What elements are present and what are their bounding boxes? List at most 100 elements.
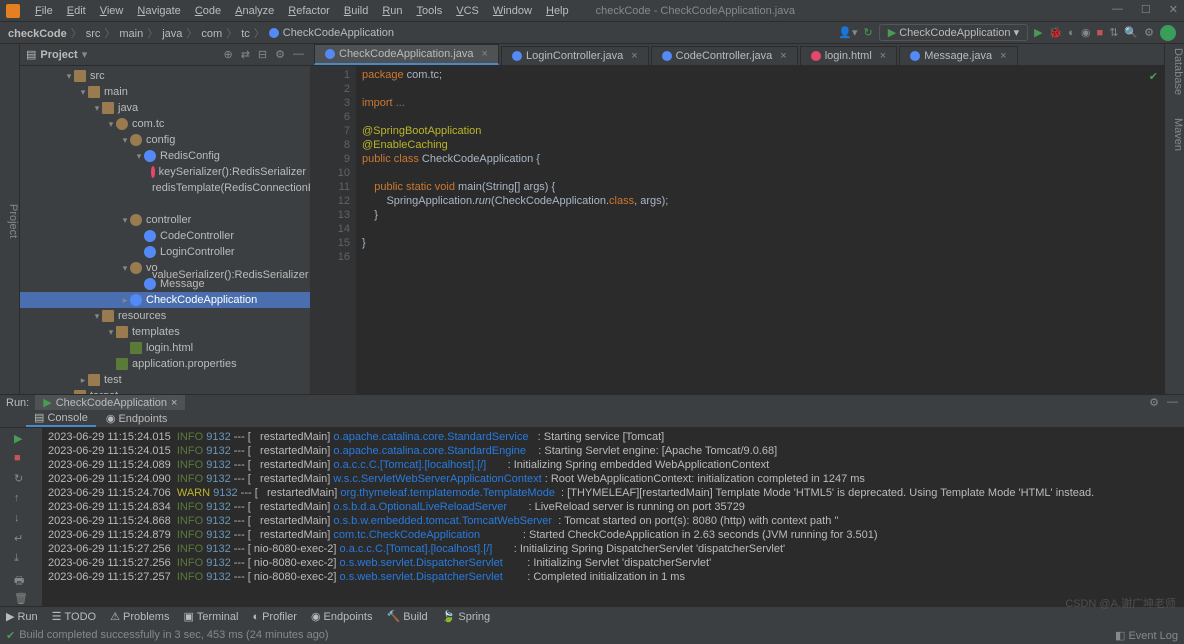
tool-run[interactable]: ▶ Run: [6, 610, 38, 623]
watermark: CSDN @A.谢广坤老师: [1065, 595, 1176, 611]
breadcrumb-class[interactable]: CheckCodeApplication: [283, 27, 394, 39]
hide-icon[interactable]: —: [1167, 396, 1178, 409]
maven-tool-tab[interactable]: Maven: [1172, 118, 1184, 151]
settings-icon[interactable]: ⚙: [1144, 26, 1154, 39]
inspection-ok-icon[interactable]: ✔: [1149, 70, 1158, 83]
tree-node[interactable]: application.properties: [20, 356, 310, 372]
profile-icon[interactable]: ◉: [1081, 26, 1091, 39]
minimize-icon[interactable]: —: [1112, 3, 1123, 16]
tool-endpoints[interactable]: ◉ Endpoints: [311, 610, 373, 623]
print-icon[interactable]: 🖶: [14, 572, 28, 586]
run-config-selector[interactable]: ▶ CheckCodeApplication ▾: [879, 24, 1028, 41]
expand-icon[interactable]: ⊟: [258, 48, 267, 61]
close-icon[interactable]: ×: [1000, 50, 1006, 62]
menu-edit[interactable]: Edit: [60, 5, 93, 17]
tree-node[interactable]: ▸target: [20, 388, 310, 394]
close-icon[interactable]: ×: [482, 48, 488, 60]
restart-icon[interactable]: ↻: [14, 472, 28, 486]
editor: CheckCodeApplication.java×LoginControlle…: [310, 44, 1164, 394]
search-icon[interactable]: 🔍: [1124, 26, 1138, 39]
breadcrumb-item[interactable]: main: [119, 28, 143, 40]
up-icon[interactable]: ↑: [14, 492, 28, 506]
tool-spring[interactable]: 🍃 Spring: [442, 610, 491, 623]
breadcrumb-item[interactable]: tc: [241, 28, 250, 40]
menu-file[interactable]: File: [28, 5, 60, 17]
run-icon[interactable]: ▶: [1034, 26, 1042, 39]
tree-node[interactable]: ▾resources: [20, 308, 310, 324]
event-log-button[interactable]: ◧ Event Log: [1115, 629, 1178, 642]
stop-icon[interactable]: ■: [14, 452, 28, 466]
locate-icon[interactable]: ⊕: [223, 48, 232, 61]
tree-node[interactable]: login.html: [20, 340, 310, 356]
tool-terminal[interactable]: ▣ Terminal: [183, 610, 238, 623]
menu-navigate[interactable]: Navigate: [130, 5, 187, 17]
down-icon[interactable]: ↓: [14, 512, 28, 526]
editor-tab[interactable]: CodeController.java×: [651, 46, 798, 65]
breadcrumb-item[interactable]: java: [162, 28, 182, 40]
collapse-icon[interactable]: ⇄: [241, 48, 250, 61]
breadcrumb-item[interactable]: checkCode: [8, 28, 67, 40]
database-tool-tab[interactable]: Database: [1172, 48, 1184, 95]
subtab-console[interactable]: ▤ Console: [26, 410, 96, 427]
menu-build[interactable]: Build: [337, 5, 375, 17]
tool-profiler[interactable]: ◐ Profiler: [252, 611, 297, 623]
code-area[interactable]: package com.tc; import ... @SpringBootAp…: [356, 66, 1164, 394]
gear-icon[interactable]: ⚙: [275, 48, 285, 61]
maximize-icon[interactable]: ☐: [1141, 3, 1151, 16]
stop-icon[interactable]: ■: [1097, 27, 1104, 39]
run-tab[interactable]: ▶CheckCodeApplication×: [35, 395, 185, 410]
menu-window[interactable]: Window: [486, 5, 539, 17]
tree-node[interactable]: ▾templates: [20, 324, 310, 340]
git-icon[interactable]: ⇅: [1109, 26, 1118, 39]
user-icon[interactable]: 👤▾: [838, 26, 857, 39]
tree-node[interactable]: ▸CheckCodeApplication: [20, 292, 310, 308]
coverage-icon[interactable]: ◐: [1068, 27, 1075, 39]
close-icon[interactable]: ×: [780, 50, 786, 62]
tree-node[interactable]: valueSerializer():RedisSerializer: [20, 196, 310, 212]
project-tool-tab[interactable]: Project: [7, 204, 19, 238]
breadcrumb-item[interactable]: com: [201, 28, 222, 40]
status-message: Build completed successfully in 3 sec, 4…: [19, 629, 328, 641]
class-icon: [269, 28, 279, 38]
gear-icon[interactable]: ⚙: [1149, 396, 1159, 409]
close-icon[interactable]: ×: [171, 397, 177, 409]
close-icon[interactable]: ×: [880, 50, 886, 62]
editor-tab[interactable]: Message.java×: [899, 46, 1017, 65]
menu-analyze[interactable]: Analyze: [228, 5, 281, 17]
menu-refactor[interactable]: Refactor: [281, 5, 337, 17]
debug-icon[interactable]: 🐞: [1049, 26, 1063, 39]
breadcrumb-item[interactable]: src: [86, 28, 101, 40]
tool-todo[interactable]: ☰ TODO: [52, 610, 96, 623]
tree-node[interactable]: ▾main: [20, 84, 310, 100]
trash-icon[interactable]: 🗑: [14, 592, 28, 606]
editor-tab[interactable]: LoginController.java×: [501, 46, 649, 65]
scroll-icon[interactable]: ⤓: [14, 552, 28, 566]
menu-run[interactable]: Run: [375, 5, 409, 17]
editor-tab[interactable]: login.html×: [800, 46, 898, 65]
project-tree[interactable]: ▾src▾main▾java▾com.tc▾config▾RedisConfig…: [20, 66, 310, 394]
menu-bar: FileEditViewNavigateCodeAnalyzeRefactorB…: [0, 0, 1184, 22]
tool-build[interactable]: 🔨 Build: [386, 610, 427, 623]
line-gutter[interactable]: 123678910111213141516: [310, 66, 356, 394]
project-icon: ▤: [26, 48, 36, 61]
rerun-icon[interactable]: ▶: [14, 432, 28, 446]
tree-node[interactable]: ▾src: [20, 68, 310, 84]
hide-icon[interactable]: —: [293, 48, 304, 61]
tree-node[interactable]: ▸test: [20, 372, 310, 388]
menu-code[interactable]: Code: [188, 5, 228, 17]
tree-node[interactable]: ▾java: [20, 100, 310, 116]
menu-tools[interactable]: Tools: [410, 5, 450, 17]
close-icon[interactable]: ✕: [1169, 3, 1178, 16]
tool-problems[interactable]: ⚠ Problems: [110, 610, 169, 623]
window-controls: — ☐ ✕: [1112, 3, 1178, 16]
build-icon[interactable]: ↻: [863, 26, 872, 39]
wrap-icon[interactable]: ↵: [14, 532, 28, 546]
close-icon[interactable]: ×: [631, 50, 637, 62]
avatar-icon[interactable]: [1160, 25, 1176, 41]
menu-help[interactable]: Help: [539, 5, 576, 17]
editor-tab[interactable]: CheckCodeApplication.java×: [314, 44, 499, 65]
menu-view[interactable]: View: [93, 5, 131, 17]
menu-vcs[interactable]: VCS: [449, 5, 486, 17]
subtab-endpoints[interactable]: ◉ Endpoints: [98, 411, 176, 426]
console-output[interactable]: 2023-06-29 11:15:24.015 INFO 9132 --- [ …: [42, 428, 1184, 606]
